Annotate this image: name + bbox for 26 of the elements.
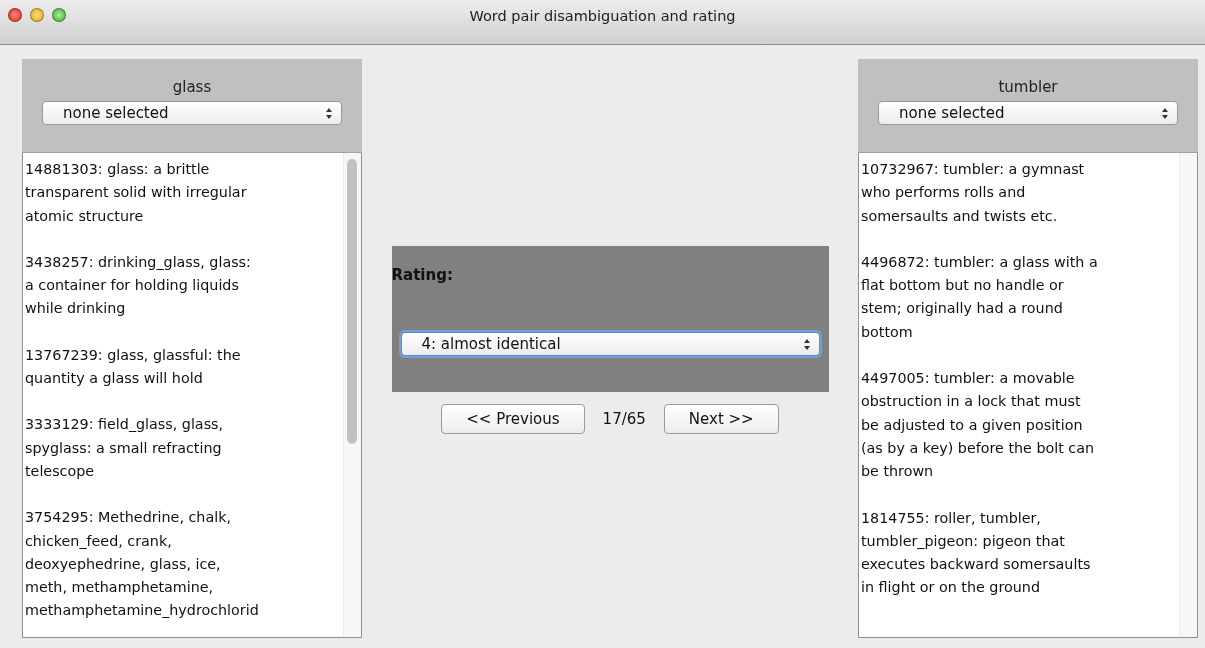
word-label: tumbler [998, 78, 1058, 96]
stepper-icon [1161, 106, 1169, 120]
sense-definition: 3754295: Methedrine, chalk, chicken_feed, crank, deoxyephedrine, glass, ice, meth, methamphetamine, methamphetamine_hydrochlorid [25, 508, 260, 621]
sense-definition: 13767239: glass, glassful: the quantity a glass will hold [25, 345, 242, 389]
window-title: Word pair disambiguation and rating [469, 8, 736, 24]
word-label: glass [172, 78, 212, 96]
sense-definition: 3438257: drinking_glass, glass: a container for holding liquids while drinking [25, 252, 252, 319]
close-icon[interactable] [8, 8, 22, 22]
minimize-icon[interactable] [30, 8, 44, 22]
stepper-icon [802, 337, 811, 351]
rating-dropdown[interactable]: 4: almost identical [400, 332, 820, 356]
rating-label: Rating: [391, 265, 454, 286]
sense-definition: 4496872: tumbler: a glass with a flat bottom but no handle or stem; originally had a round bottom [861, 252, 1099, 342]
scrollbar-thumb[interactable] [347, 159, 357, 444]
page-counter: 17/65 [602, 410, 646, 428]
zoom-icon[interactable] [52, 8, 66, 22]
sense-definition: 14881303: glass: a brittle transparent solid with irregular atomic structure [25, 160, 248, 226]
previous-button[interactable]: << Previous [441, 404, 585, 434]
stepper-icon [325, 106, 333, 120]
sense-definition: 1814755: roller, tumbler, tumbler_pigeon: pigeon that executes backward somersaults in flight or on the ground [861, 508, 1092, 598]
sense-dropdown[interactable]: none selected [42, 101, 342, 125]
next-button[interactable]: Next >> [663, 404, 779, 434]
sense-dropdown[interactable]: none selected [878, 101, 1178, 125]
sense-definition: 3333129: field_glass, glass, spyglass: a small refracting telescope [25, 415, 225, 481]
sense-definition: 10732967: tumbler: a gymnast who performs rolls and somersaults and twists etc. [861, 160, 1086, 226]
sense-definition: 4497005: tumbler: a movable obstruction in a lock that must be adjusted to a given position (as by a key) before the bolt can be thrown [861, 369, 1096, 482]
